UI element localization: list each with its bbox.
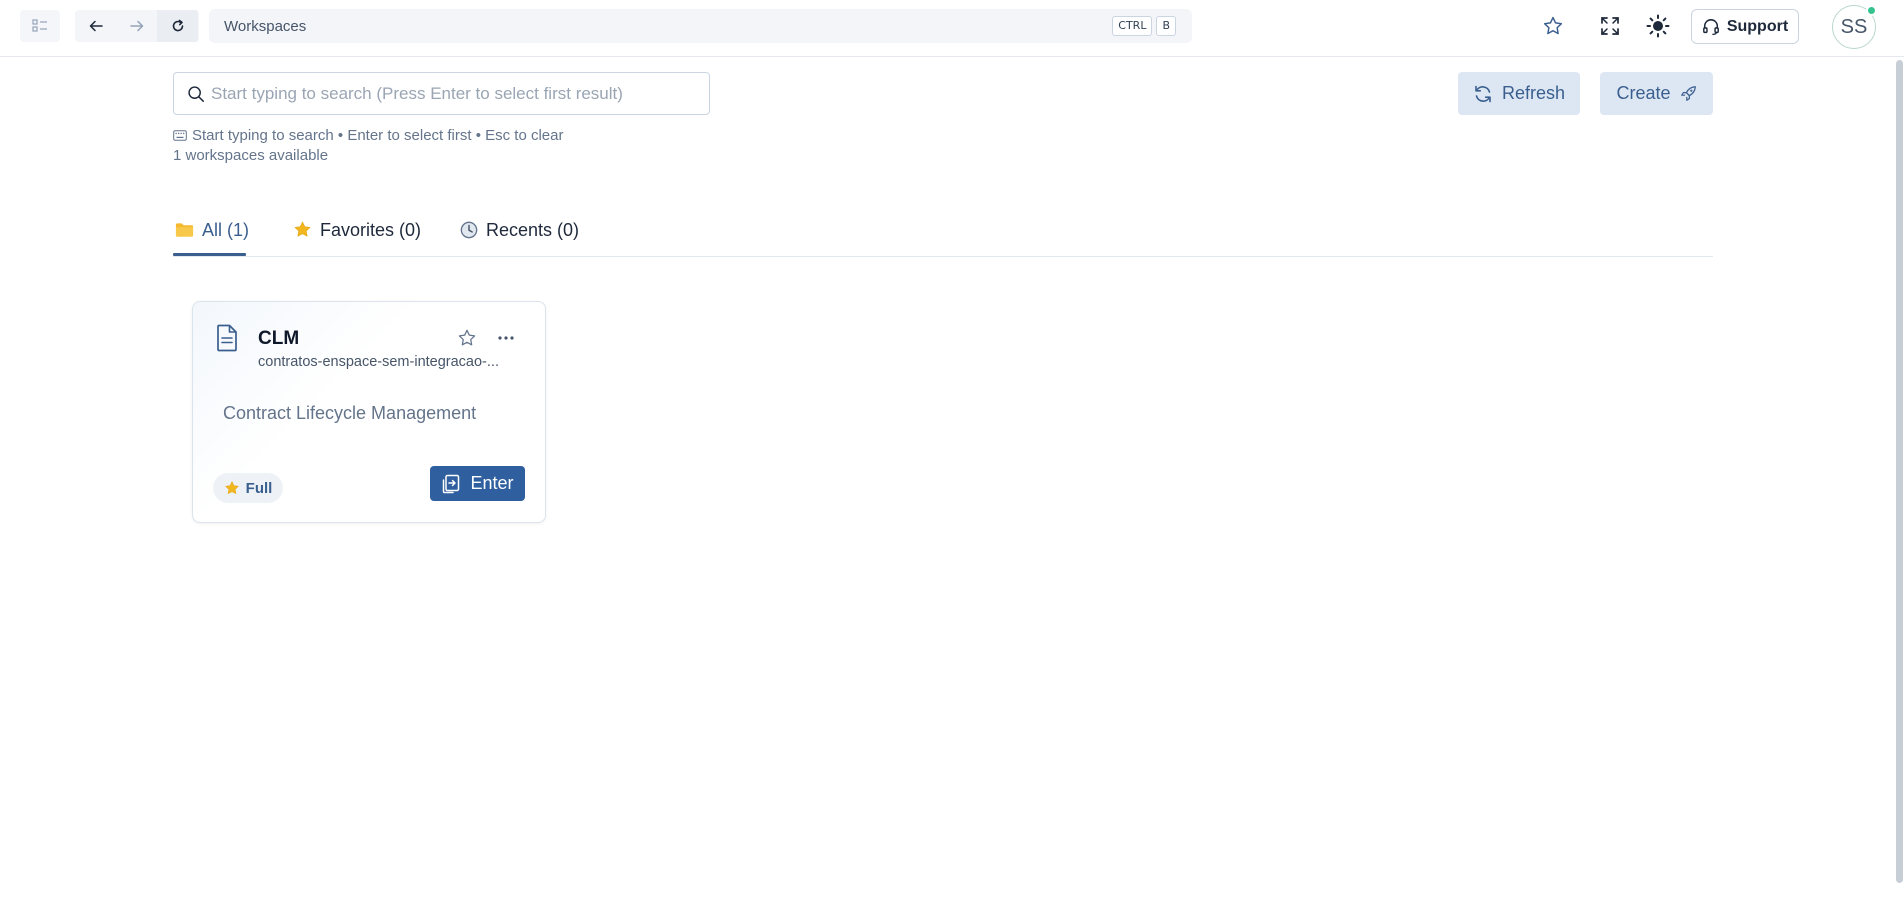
workspace-tabs: All (1) Favorites (0) Recents (0) xyxy=(173,210,1713,257)
star-outline-icon xyxy=(1543,16,1563,35)
address-bar[interactable]: Workspaces CTRL B xyxy=(209,9,1192,43)
shortcut-key-ctrl: CTRL xyxy=(1112,16,1153,36)
support-button[interactable]: Support xyxy=(1691,9,1799,44)
workspace-description: Contract Lifecycle Management xyxy=(223,403,477,423)
search-input[interactable] xyxy=(211,83,691,104)
sidebar-toggle-icon xyxy=(32,19,47,32)
headset-icon xyxy=(1702,18,1719,35)
workspace-slug: contratos-enspace-sem-integracao-... xyxy=(258,354,499,370)
create-button[interactable]: Create xyxy=(1600,72,1713,115)
reload-button[interactable] xyxy=(157,10,198,42)
scrollbar-thumb[interactable] xyxy=(1896,60,1903,883)
access-level-label: Full xyxy=(245,479,273,497)
search-hint-text: Start typing to search • Enter to select… xyxy=(192,127,564,144)
more-horizontal-icon xyxy=(498,336,514,340)
workspace-menu-button[interactable] xyxy=(497,328,515,353)
top-bar: Workspaces CTRL B Support SS xyxy=(0,0,1904,57)
enter-workspace-button[interactable]: Enter xyxy=(430,466,525,501)
shortcut-key-b: B xyxy=(1156,16,1176,36)
refresh-label: Refresh xyxy=(1501,83,1566,103)
support-label: Support xyxy=(1726,17,1789,35)
workspace-title: CLM xyxy=(258,328,300,349)
avatar-initials: SS xyxy=(1840,15,1868,38)
tab-favorites-label: Favorites (0) xyxy=(320,220,422,240)
enter-label: Enter xyxy=(470,473,514,493)
clock-icon xyxy=(460,221,478,239)
favorite-workspace-button[interactable] xyxy=(457,328,477,353)
sidebar-toggle-button[interactable] xyxy=(20,10,60,42)
reload-icon xyxy=(172,19,183,32)
search-hint: Start typing to search • Enter to select… xyxy=(173,127,563,144)
theme-toggle-button[interactable] xyxy=(1643,11,1673,41)
navigation-controls xyxy=(75,10,199,42)
create-label: Create xyxy=(1616,83,1671,103)
refresh-button[interactable]: Refresh xyxy=(1458,72,1580,115)
arrow-right-icon xyxy=(129,20,143,32)
online-status-indicator xyxy=(1866,5,1877,16)
workspace-card[interactable]: CLM contratos-enspace-sem-integracao-...… xyxy=(192,301,546,523)
access-level-badge: Full xyxy=(213,473,283,503)
refresh-icon xyxy=(1475,85,1491,102)
user-avatar[interactable]: SS xyxy=(1832,5,1877,49)
back-button[interactable] xyxy=(75,10,116,42)
address-text: Workspaces xyxy=(224,17,307,35)
sun-icon xyxy=(1646,14,1670,38)
page-scrollbar[interactable] xyxy=(1895,58,1904,911)
tab-recents-label: Recents (0) xyxy=(486,220,580,240)
workspace-count: 1 workspaces available xyxy=(173,147,329,164)
star-outline-icon xyxy=(458,329,476,346)
document-icon xyxy=(217,324,237,352)
star-icon xyxy=(225,481,239,494)
keyboard-icon xyxy=(173,130,187,141)
tab-all-label: All (1) xyxy=(202,220,250,240)
workspace-search xyxy=(173,72,710,115)
forward-button[interactable] xyxy=(116,10,157,42)
favorite-page-button[interactable] xyxy=(1538,11,1568,41)
enter-icon xyxy=(443,474,460,493)
tab-favorites[interactable]: Favorites (0) xyxy=(293,220,421,256)
tab-recents[interactable]: Recents (0) xyxy=(460,220,579,256)
rocket-icon xyxy=(1680,86,1696,101)
fullscreen-icon xyxy=(1601,17,1619,35)
fullscreen-button[interactable] xyxy=(1595,11,1625,41)
tab-all[interactable]: All (1) xyxy=(175,220,249,256)
arrow-left-icon xyxy=(89,20,103,32)
star-icon xyxy=(294,221,311,237)
keyboard-shortcut: CTRL B xyxy=(1112,16,1176,36)
folder-icon xyxy=(175,223,194,237)
active-tab-indicator xyxy=(173,253,246,256)
search-icon xyxy=(188,85,204,102)
